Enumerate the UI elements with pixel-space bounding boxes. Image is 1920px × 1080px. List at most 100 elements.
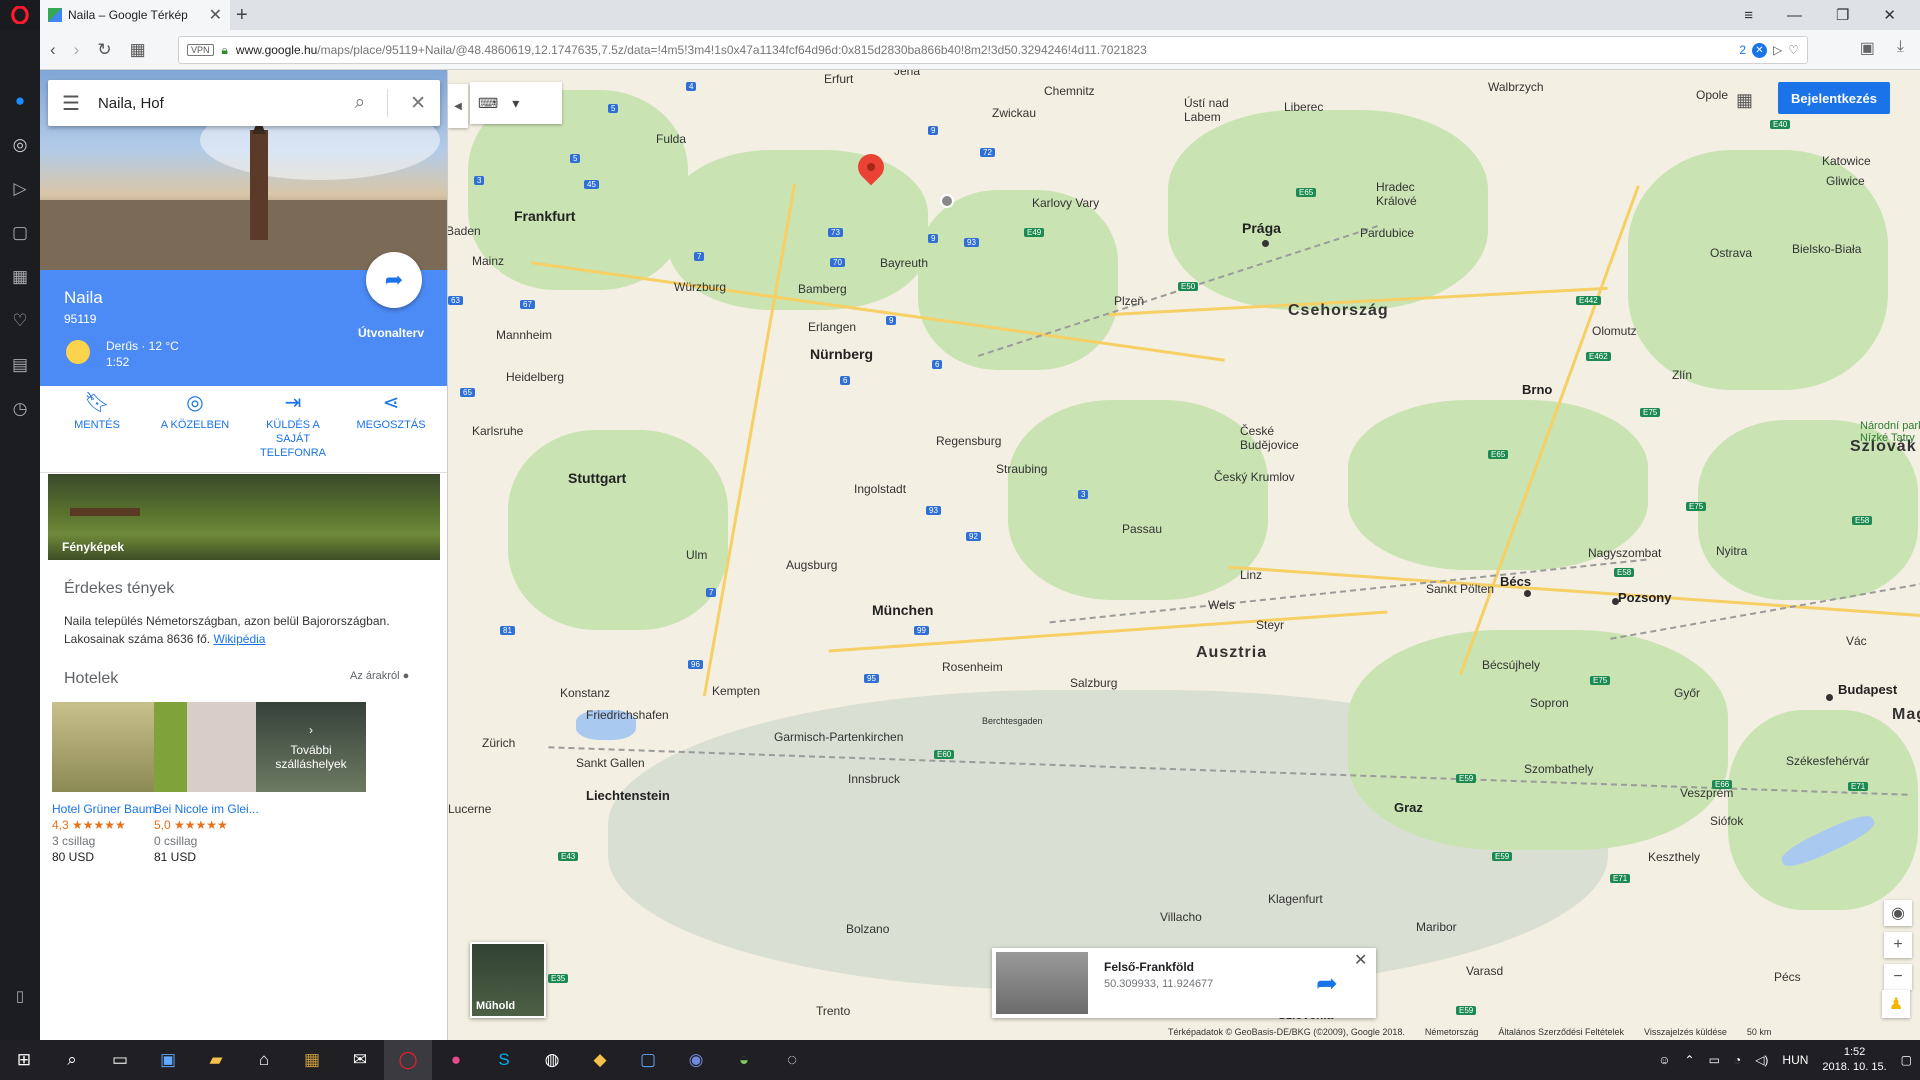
heart-icon[interactable]: ♡ xyxy=(9,310,31,332)
mail-icon[interactable]: ✉ xyxy=(336,1040,384,1080)
steam-icon[interactable]: ◍ xyxy=(528,1040,576,1080)
keyboard-icon[interactable]: ⌨ xyxy=(478,95,498,112)
app-icon[interactable]: ◆ xyxy=(576,1040,624,1080)
whatsapp-icon[interactable]: ◎ xyxy=(9,134,31,156)
send-to-phone-button[interactable]: ⇥ KÜLDÉS A SAJÁT TELEFONRA xyxy=(248,393,338,470)
hotel-card[interactable]: Hotel Grüner Baum 4,3 ★★★★★ 3 csillag 80… xyxy=(52,702,162,872)
nearby-button[interactable]: ◎ A KÖZELBEN xyxy=(150,393,240,470)
address-bar[interactable]: VPN 🔒︎ www.google.hu/maps/place/95119+Na… xyxy=(178,36,1808,64)
hotel-card[interactable]: Bei Nicole im Glei... 5,0 ★★★★★ 0 csilla… xyxy=(154,702,264,872)
wikipedia-link[interactable]: Wikipédia xyxy=(213,632,265,646)
language-indicator[interactable]: HUN xyxy=(1782,1053,1808,1067)
pegman-icon[interactable]: ♟ xyxy=(1882,990,1910,1018)
satellite-label: Műhold xyxy=(476,1000,516,1012)
file-explorer-icon[interactable]: ▰ xyxy=(192,1040,240,1080)
minimize-button[interactable]: — xyxy=(1787,7,1802,24)
app-icon[interactable]: ▢ xyxy=(624,1040,672,1080)
app-icon[interactable]: ▣ xyxy=(144,1040,192,1080)
forward-button[interactable]: › xyxy=(74,40,80,60)
price-info-link[interactable]: Az árakról ● xyxy=(350,670,409,682)
menu-icon[interactable]: ☰ xyxy=(62,91,80,116)
close-tab-icon[interactable]: ✕ xyxy=(209,5,222,25)
more-hotels-button[interactable]: › További szálláshelyek xyxy=(256,702,366,792)
close-icon[interactable]: ✕ xyxy=(1354,950,1367,970)
notifications-icon[interactable]: ▢ xyxy=(1901,1053,1912,1067)
windows-start-icon[interactable]: ⊞ xyxy=(0,1040,48,1080)
search-icon[interactable]: ⌕ xyxy=(48,1040,96,1080)
sidebar-toggle-icon[interactable]: ▯ xyxy=(0,985,40,1007)
back-button[interactable]: ‹ xyxy=(50,40,56,60)
opera-logo[interactable] xyxy=(0,0,40,30)
route-shield: 93 xyxy=(964,238,979,247)
directions-button[interactable]: ➦ xyxy=(366,252,422,308)
opera-icon[interactable]: ◯ xyxy=(384,1040,432,1080)
location-info-card[interactable]: Felső-Frankföld 50.309933, 11.924677 ➦ ✕ xyxy=(992,948,1376,1018)
collapse-panel-button[interactable]: ◀ xyxy=(448,84,468,128)
chevron-up-icon[interactable]: ⌃ xyxy=(1685,1053,1695,1067)
reload-button[interactable]: ↻ xyxy=(97,40,111,60)
messenger-icon[interactable]: ● xyxy=(9,90,31,112)
close-window-button[interactable]: ✕ xyxy=(1883,6,1896,24)
input-tools-toggle[interactable]: ⌨ ▾ xyxy=(470,82,562,124)
network-icon[interactable]: ◔ xyxy=(1734,1053,1741,1067)
snap-icon[interactable]: ▷ xyxy=(1773,43,1782,57)
directions-icon[interactable]: ➦ xyxy=(1316,968,1338,999)
hotel-name[interactable]: Bei Nicole im Glei... xyxy=(154,802,264,816)
skype-icon[interactable]: S xyxy=(480,1040,528,1080)
forest-area xyxy=(1728,710,1918,910)
browser-tab[interactable]: Naila – Google Térkép ✕ xyxy=(40,0,230,30)
save-button[interactable]: 🔖︎ MENTÉS xyxy=(52,393,142,470)
store-icon[interactable]: ⌂ xyxy=(240,1040,288,1080)
download-icon[interactable]: ⤓ xyxy=(1897,38,1904,58)
hotel-name[interactable]: Hotel Grüner Baum xyxy=(52,802,162,816)
search-icon[interactable]: ⌕ xyxy=(354,92,365,114)
volume-icon[interactable]: ◁) xyxy=(1755,1053,1768,1067)
history-icon[interactable]: ◷ xyxy=(9,398,31,420)
place-thumbnail[interactable] xyxy=(996,952,1088,1014)
clear-search-icon[interactable]: ✕ xyxy=(410,92,426,115)
search-input[interactable]: Naila, Hof xyxy=(98,95,164,112)
directions-label[interactable]: Útvonalterv xyxy=(358,326,424,340)
app-icon[interactable]: ▦ xyxy=(288,1040,336,1080)
attribution-feedback[interactable]: Visszajelzés küldése xyxy=(1644,1027,1727,1037)
app-icon[interactable]: ● xyxy=(432,1040,480,1080)
battery-icon[interactable]: ▭ xyxy=(1709,1053,1720,1067)
zoom-out-button[interactable]: − xyxy=(1884,964,1912,990)
zoom-in-button[interactable]: + xyxy=(1884,932,1912,958)
sign-in-button[interactable]: Bejelentkezés xyxy=(1778,82,1890,114)
gray-marker-icon[interactable] xyxy=(940,194,954,208)
app-icon[interactable]: ◌ xyxy=(768,1040,816,1080)
people-icon[interactable]: ☺ xyxy=(1658,1053,1670,1067)
speed-dial-icon[interactable]: ▦ xyxy=(9,266,31,288)
chevron-down-icon[interactable]: ▾ xyxy=(512,95,519,112)
church-tower xyxy=(250,130,268,240)
clock[interactable]: 1:52 2018. 10. 15. xyxy=(1822,1045,1886,1075)
vpn-badge[interactable]: VPN xyxy=(187,44,214,56)
tab-menu-icon[interactable]: ≡ xyxy=(1744,7,1753,24)
adblock-icon[interactable]: ✕ xyxy=(1752,42,1767,58)
extension-icon[interactable]: ▣ xyxy=(1860,38,1875,58)
scale-bar[interactable]: 50 km xyxy=(1747,1027,1772,1037)
action-row: 🔖︎ MENTÉS ◎ A KÖZELBEN ⇥ KÜLDÉS A SAJÁT TEL… xyxy=(40,386,447,470)
attribution-terms[interactable]: Általános Szerződési Feltételek xyxy=(1498,1027,1624,1037)
my-location-icon[interactable]: ◉ xyxy=(1884,900,1912,926)
apps-grid-icon[interactable]: ▦ xyxy=(1736,90,1753,111)
map-canvas[interactable]: Csehország Ausztria Szlovák Mag Erfurt J… xyxy=(448,70,1920,1040)
photos-tile[interactable]: Fényképek xyxy=(48,474,440,560)
camera-icon[interactable]: ▢ xyxy=(9,222,31,244)
search-box[interactable]: ☰ Naila, Hof ⌕ ✕ xyxy=(48,80,440,126)
attribution-country[interactable]: Németország xyxy=(1425,1027,1479,1037)
url-text[interactable]: www.google.hu/maps/place/95119+Naila/@48… xyxy=(236,43,1147,57)
city-label: Karlsruhe xyxy=(472,424,524,438)
new-tab-button[interactable]: + xyxy=(236,4,248,27)
send-icon[interactable]: ▷ xyxy=(9,178,31,200)
tabs-grid-icon[interactable]: ▦ xyxy=(130,40,146,60)
app-icon[interactable]: ◒ xyxy=(720,1040,768,1080)
discord-icon[interactable]: ◉ xyxy=(672,1040,720,1080)
news-icon[interactable]: ▤ xyxy=(9,354,31,376)
share-button[interactable]: ⋖ MEGOSZTÁS xyxy=(346,393,436,470)
restore-button[interactable]: ❐ xyxy=(1836,6,1849,24)
heart-icon[interactable]: ♡ xyxy=(1788,43,1799,57)
satellite-toggle-button[interactable]: Műhold xyxy=(470,942,546,1018)
task-view-icon[interactable]: ▭ xyxy=(96,1040,144,1080)
